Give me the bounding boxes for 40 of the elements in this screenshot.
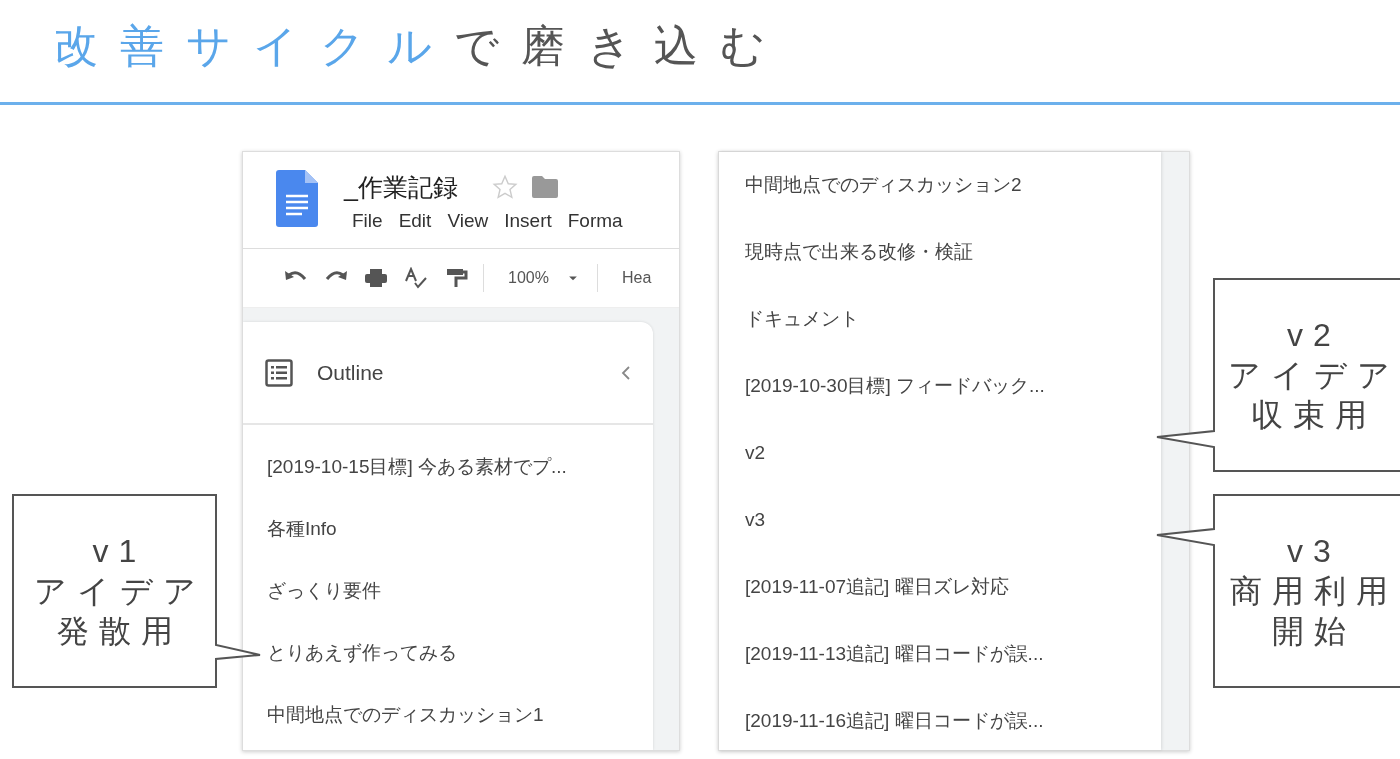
menu-item[interactable]: Forma <box>567 210 623 232</box>
menu-item[interactable]: File <box>352 210 383 232</box>
collapse-icon[interactable] <box>621 364 631 381</box>
callout-text: 商用利用 <box>1229 572 1398 611</box>
callout-text: v2 <box>1286 316 1341 355</box>
callout-text: アイデア <box>1227 356 1400 395</box>
callout-text: v3 <box>1286 532 1341 571</box>
outline-item[interactable]: v2 <box>745 441 1161 465</box>
document-icon[interactable] <box>276 170 318 227</box>
spellcheck-icon[interactable] <box>403 267 429 289</box>
outline-item[interactable]: [2019-11-16追記] 曜日コードが誤... <box>745 709 1161 733</box>
callout-text: 発散用 <box>55 612 183 651</box>
outline-item[interactable]: v3 <box>745 508 1161 532</box>
callout-text: 開始 <box>1271 612 1356 651</box>
style-dropdown[interactable]: Hea <box>621 269 652 287</box>
outline-item[interactable]: 中間地点でのディスカッション1 <box>267 703 653 727</box>
menu-item[interactable]: View <box>447 210 489 232</box>
outline-item[interactable]: [2019-10-30目標] フィードバック... <box>745 374 1161 398</box>
outline-item[interactable]: とりあえず作ってみる <box>267 641 653 665</box>
menu-item[interactable]: Edit <box>398 210 432 232</box>
menu-item[interactable]: Insert <box>504 210 552 232</box>
outline-item[interactable]: [2019-11-07追記] 曜日ズレ対応 <box>745 575 1161 599</box>
outline-icon <box>265 358 293 387</box>
outline-item[interactable]: ドキュメント <box>745 307 1161 331</box>
callout-text: 収束用 <box>1250 396 1377 435</box>
star-icon[interactable] <box>491 174 518 200</box>
folder-icon[interactable] <box>531 176 558 198</box>
zoom-dropdown[interactable]: 100% <box>508 269 549 287</box>
outline-heading: Outline <box>317 360 385 385</box>
outline-item[interactable]: ざっくり要件 <box>267 579 653 603</box>
callout-text: v1 <box>91 532 147 571</box>
slide-title: 改善サイクル で磨き込む <box>53 20 787 72</box>
print-icon[interactable] <box>363 267 389 289</box>
callout-text: アイデア <box>32 572 206 611</box>
outline-item[interactable]: 現時点で出来る改修・検証 <box>745 240 1161 264</box>
document-title[interactable]: _作業記録 <box>344 170 458 204</box>
outline-item[interactable]: [2019-10-15目標] 今ある素材でプ... <box>267 455 653 479</box>
outline-item[interactable]: 中間地点でのディスカッション2 <box>745 173 1161 197</box>
outline-item[interactable]: [2019-11-13追記] 曜日コードが誤... <box>745 642 1161 666</box>
outline-item[interactable]: 各種Info <box>267 517 653 541</box>
